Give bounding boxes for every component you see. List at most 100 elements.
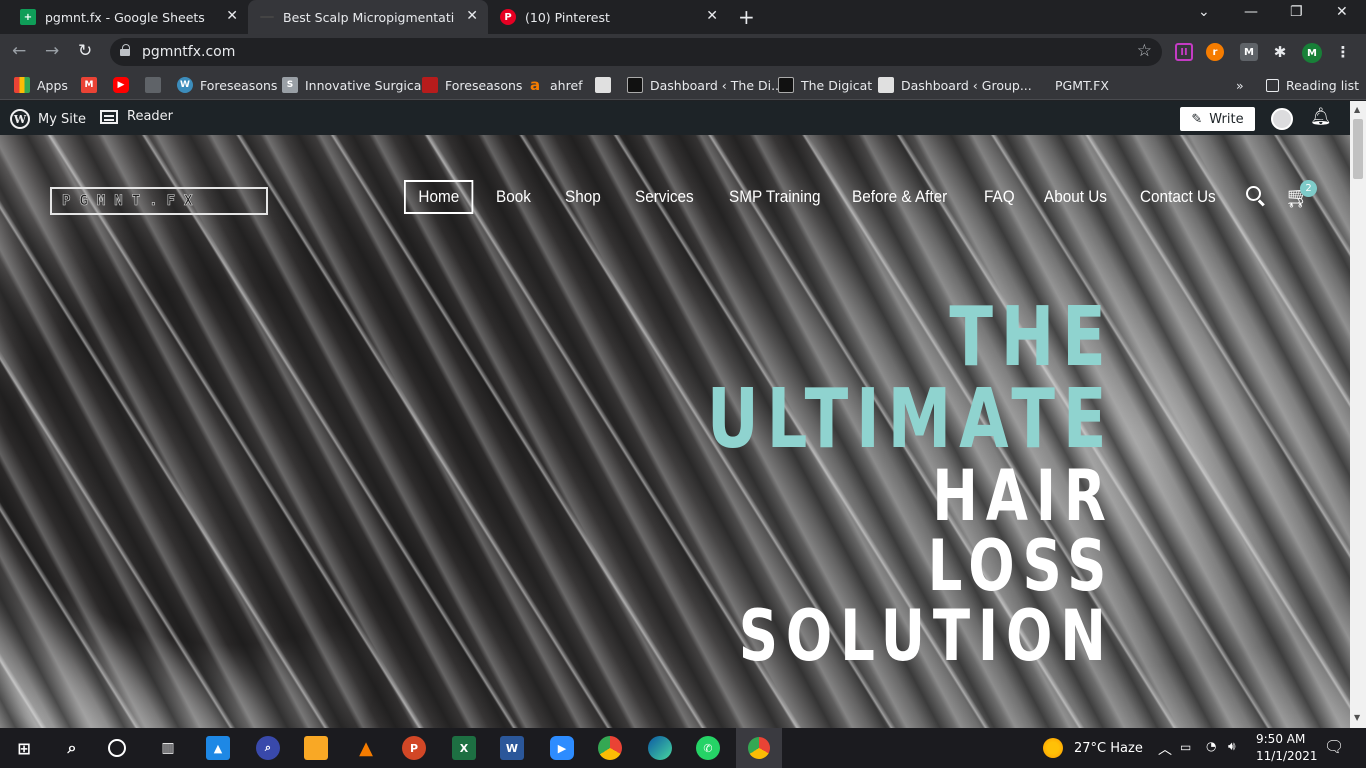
bookmark-store[interactable] xyxy=(145,76,168,94)
scroll-down-arrow-icon[interactable]: ▼ xyxy=(1354,713,1360,722)
wordpress-logo-icon: W xyxy=(10,109,30,129)
notifications-bell-icon[interactable]: 🔔︎ xyxy=(1310,107,1332,127)
page-scrollbar[interactable]: ▲ ▼ xyxy=(1350,101,1366,728)
my-site-button[interactable]: W My Site xyxy=(10,109,86,129)
hero-line-loss: LOSS xyxy=(927,525,1114,607)
bookmark-dashboard-group[interactable]: Dashboard ‹ Group... xyxy=(878,76,1032,94)
user-avatar[interactable] xyxy=(1271,108,1293,130)
minimize-button[interactable]: — xyxy=(1244,4,1258,20)
bookmark-foreseasons[interactable]: Foreseasons xyxy=(422,76,522,94)
reader-icon xyxy=(100,109,118,124)
forward-button[interactable]: → xyxy=(45,41,59,61)
tab-pinterest[interactable]: P (10) Pinterest ✕ xyxy=(488,0,728,34)
nav-home[interactable]: Home xyxy=(404,180,474,214)
close-icon[interactable]: ✕ xyxy=(466,8,478,24)
nav-shop[interactable]: Shop xyxy=(565,180,601,214)
tab-title: Best Scalp Micropigmentation In xyxy=(283,9,455,25)
page-icon xyxy=(595,77,611,93)
bookmark-apps[interactable]: Apps xyxy=(14,76,68,94)
close-icon[interactable]: ✕ xyxy=(226,8,238,24)
hero-line-ultimate: ULTIMATE xyxy=(706,372,1114,467)
extension-icon[interactable]: II xyxy=(1175,43,1193,61)
tab-google-sheets[interactable]: + pgmnt.fx - Google Sheets ✕ xyxy=(8,0,248,34)
nav-about-us[interactable]: About Us xyxy=(1044,180,1107,214)
battery-icon[interactable]: ▭ xyxy=(1180,740,1191,754)
file-explorer-icon[interactable] xyxy=(304,736,328,760)
tray-chevron-icon[interactable]: ︿ xyxy=(1158,739,1172,759)
write-button[interactable]: ✎ Write xyxy=(1180,107,1255,131)
excel-icon[interactable]: X xyxy=(452,736,476,760)
nav-smp-training[interactable]: SMP Training xyxy=(729,180,821,214)
weather-text[interactable]: 27°C Haze xyxy=(1074,741,1143,756)
hero-line-solution: SOLUTION xyxy=(739,595,1114,677)
bookmark-label: The Digicat xyxy=(801,77,873,93)
word-icon[interactable]: W xyxy=(500,736,524,760)
bookmark-page[interactable] xyxy=(595,76,618,94)
close-window-button[interactable]: ✕ xyxy=(1336,4,1348,20)
task-view-icon[interactable]: ▥ xyxy=(156,736,180,760)
new-tab-button[interactable]: + xyxy=(738,5,755,29)
close-icon[interactable]: ✕ xyxy=(706,8,718,24)
bookmark-dashboard-digicat[interactable]: Dashboard ‹ The Di... xyxy=(627,76,783,94)
search-icon[interactable] xyxy=(1246,186,1266,208)
extensions-puzzle-icon[interactable]: ✱ xyxy=(1271,43,1289,61)
bookmark-label: Innovative Surgical xyxy=(305,77,425,93)
reading-list-icon xyxy=(1266,78,1279,92)
digicat-icon xyxy=(778,77,794,93)
reload-button[interactable]: ↻ xyxy=(78,41,92,61)
nav-book[interactable]: Book xyxy=(496,180,531,214)
clock-date[interactable]: 11/1/2021 xyxy=(1256,749,1318,763)
chrome-icon[interactable] xyxy=(598,736,622,760)
bookmark-youtube[interactable]: ▶ xyxy=(113,76,136,94)
bookmark-ahref[interactable]: a ahref xyxy=(527,76,583,94)
address-bar[interactable]: pgmntfx.com ☆ xyxy=(110,38,1162,66)
wifi-icon[interactable]: ◔ xyxy=(1206,739,1216,753)
m-extension-icon[interactable]: M xyxy=(1240,43,1258,61)
menu-kebab-icon[interactable]: ⋮ xyxy=(1334,43,1352,61)
notification-center-icon[interactable]: 🗨︎ xyxy=(1324,737,1344,756)
nav-contact-us[interactable]: Contact Us xyxy=(1140,180,1216,214)
scrollbar-thumb[interactable] xyxy=(1353,119,1363,179)
whatsapp-icon[interactable]: ✆ xyxy=(696,736,720,760)
tab-best-scalp[interactable]: Best Scalp Micropigmentation In ✕ xyxy=(248,0,488,34)
redir-extension-icon[interactable]: r xyxy=(1206,43,1224,61)
powerpoint-icon[interactable]: P xyxy=(402,736,426,760)
write-label: Write xyxy=(1209,111,1244,127)
reading-list-button[interactable]: Reading list xyxy=(1266,76,1359,94)
nav-faq[interactable]: FAQ xyxy=(984,180,1015,214)
windows-start-icon[interactable]: ⊞ xyxy=(12,736,36,760)
weather-icon[interactable] xyxy=(1043,738,1063,758)
lock-icon xyxy=(120,44,130,56)
zoom-icon[interactable]: ▶ xyxy=(550,736,574,760)
back-button[interactable]: ← xyxy=(12,41,26,61)
reader-button[interactable]: Reader xyxy=(100,109,173,124)
bookmark-innovative-surgical[interactable]: S Innovative Surgical xyxy=(282,76,425,94)
chrome-active-window[interactable] xyxy=(736,728,782,768)
profile-avatar[interactable]: M xyxy=(1302,43,1322,63)
bookmark-pgmt-fx[interactable]: PGMT.FX xyxy=(1032,76,1109,94)
nav-before-after[interactable]: Before & After xyxy=(852,180,947,214)
bookmarks-more-button[interactable]: » xyxy=(1236,76,1244,94)
bookmark-star-icon[interactable]: ☆ xyxy=(1137,41,1152,61)
nav-services[interactable]: Services xyxy=(635,180,694,214)
page-icon xyxy=(878,77,894,93)
photos-icon[interactable]: ▲ xyxy=(206,736,230,760)
scroll-up-arrow-icon[interactable]: ▲ xyxy=(1354,105,1360,114)
clock-time[interactable]: 9:50 AM xyxy=(1256,732,1305,746)
tab-search-icon[interactable]: ⌄ xyxy=(1198,4,1210,20)
bookmark-the-digicat[interactable]: The Digicat xyxy=(778,76,872,94)
bookmark-label: Apps xyxy=(37,77,68,93)
more-chevron-icon: » xyxy=(1236,77,1244,93)
bookmark-gmail[interactable]: M xyxy=(81,76,104,94)
restore-button[interactable]: ❐ xyxy=(1290,4,1303,20)
vlc-icon[interactable]: ▲ xyxy=(354,736,378,760)
apps-icon xyxy=(14,77,30,93)
volume-icon[interactable]: 🔊︎ xyxy=(1228,739,1236,754)
search-app-icon[interactable]: ⌕ xyxy=(256,736,280,760)
cortana-icon[interactable] xyxy=(108,739,126,757)
bookmark-foreseasons-wp[interactable]: W Foreseasons xyxy=(177,76,277,94)
tab-title: pgmnt.fx - Google Sheets xyxy=(45,9,205,25)
edge-icon[interactable] xyxy=(648,736,672,760)
site-logo[interactable]: PGMNT.FX xyxy=(50,187,268,215)
search-icon[interactable]: ⌕ xyxy=(60,736,84,760)
